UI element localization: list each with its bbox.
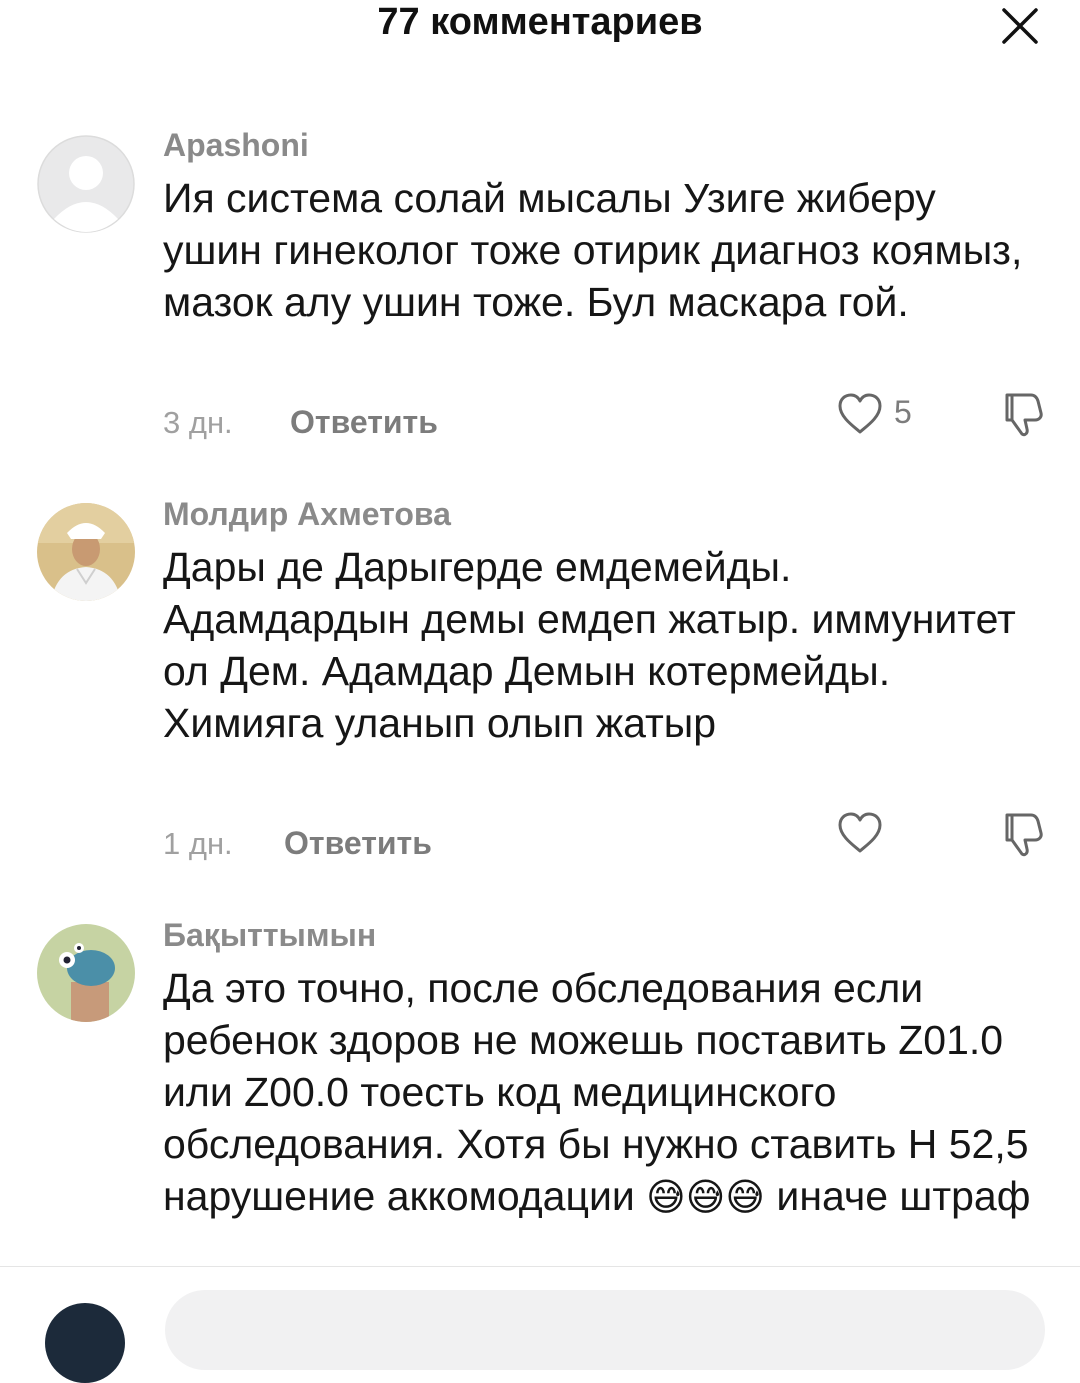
comment-time: 3 дн. [163,405,233,440]
avatar[interactable] [37,503,135,601]
dislike-button[interactable] [997,389,1047,439]
comment-text-end: иначе штраф [776,1173,1031,1219]
comments-header: 77 комментариев [0,0,1080,60]
grinning-sweat-emoji-icon: 😅😅😅 [646,1177,766,1219]
comment-text: Ия система солай мысалы Узиге жиберу уши… [163,175,1023,325]
heart-icon [838,812,882,853]
comment-time: 1 дн. [163,826,233,861]
comment-username[interactable]: Бақыттымын [163,917,376,953]
thumbs-down-icon [1005,813,1043,857]
comment-text: Дары де Дарыгерде емдемейды. Адамдардын … [163,544,1016,746]
illustration-avatar-icon [37,924,135,1022]
comment-input[interactable] [165,1290,1045,1370]
divider [0,1266,1080,1267]
heart-icon [838,393,882,434]
reply-button[interactable]: Ответить [284,825,432,862]
default-avatar-icon [37,135,135,233]
avatar[interactable] [37,924,135,1022]
thumbs-down-icon [1005,393,1043,437]
avatar[interactable] [37,135,135,233]
comment-username[interactable]: Молдир Ахметова [163,496,451,532]
comment-text: Да это точно, после обследования если ре… [163,962,1063,1224]
close-icon [1002,8,1038,44]
photo-avatar-icon [37,503,135,601]
current-user-avatar[interactable] [45,1303,125,1383]
dislike-button[interactable] [997,809,1047,859]
reply-button[interactable]: Ответить [290,404,438,441]
like-button[interactable] [836,390,884,438]
comment-username[interactable]: Apashoni [163,127,309,163]
like-count: 5 [894,394,912,430]
close-button[interactable] [1000,6,1040,46]
comments-count-title: 77 комментариев [377,1,703,43]
like-button[interactable] [836,809,884,857]
